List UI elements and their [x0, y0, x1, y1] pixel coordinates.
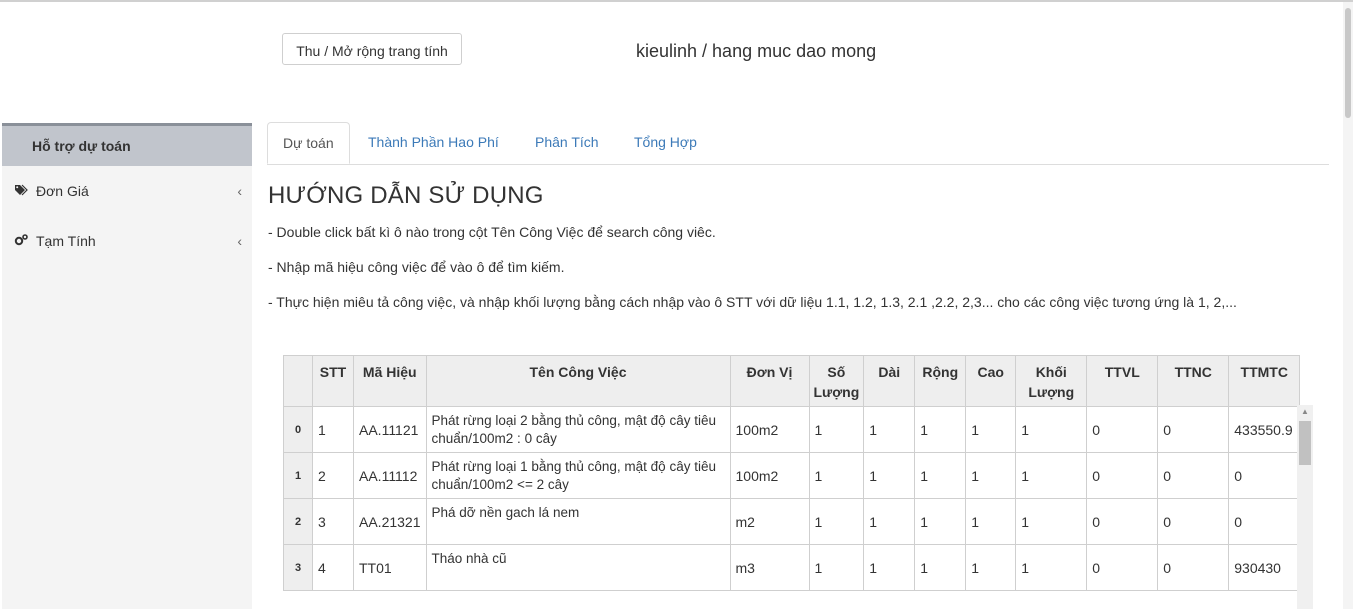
- cell-ttmtc[interactable]: 433550.9: [1228, 406, 1301, 453]
- cell-stt[interactable]: 2: [312, 452, 354, 499]
- corner-header[interactable]: [283, 355, 313, 407]
- cell-cao[interactable]: 1: [965, 406, 1017, 453]
- table-row: 0 1 AA.11121 Phát rừng loại 2 bằng thủ c…: [283, 406, 1301, 453]
- cell-rong[interactable]: 1: [914, 452, 967, 499]
- table-row: 3 4 TT01 Tháo nhà cũ m3 1 1 1 1 1 0 0 93…: [283, 544, 1301, 591]
- cell-ten-cong-viec[interactable]: Phát rừng loại 2 bằng thủ công, mật độ c…: [425, 406, 731, 453]
- cell-ma-hieu[interactable]: AA.21321: [353, 498, 427, 545]
- sidebar: Hỗ trợ dự toán Đơn Giá ‹ Tạm Tính ‹: [2, 123, 252, 609]
- table-header-row: STT Mã Hiệu Tên Công Việc Đơn Vị Số Lượn…: [283, 355, 1301, 407]
- page-scrollbar-thumb[interactable]: [1345, 8, 1351, 118]
- column-header-ma-hieu[interactable]: Mã Hiệu: [353, 355, 427, 407]
- cell-khoi-luong[interactable]: 1: [1015, 406, 1088, 453]
- column-header-don-vi[interactable]: Đơn Vị: [729, 355, 810, 407]
- cell-stt[interactable]: 3: [312, 498, 354, 545]
- cell-ttnc[interactable]: 0: [1157, 406, 1230, 453]
- table-row: 2 3 AA.21321 Phá dỡ nền gach lá nem m2 1…: [283, 498, 1301, 545]
- column-header-ttnc[interactable]: TTNC: [1157, 355, 1230, 407]
- sidebar-item-tam-tinh[interactable]: Tạm Tính ‹: [2, 216, 252, 266]
- cell-dai[interactable]: 1: [863, 452, 916, 499]
- sidebar-item-label: Tạm Tính: [36, 233, 96, 249]
- column-header-dai[interactable]: Dài: [863, 355, 916, 407]
- sidebar-item-label: Đơn Giá: [36, 183, 89, 199]
- cell-ttnc[interactable]: 0: [1157, 452, 1230, 499]
- cell-ma-hieu[interactable]: TT01: [353, 544, 427, 591]
- cell-don-vi[interactable]: m3: [729, 544, 810, 591]
- cogs-icon: [14, 217, 30, 267]
- cell-khoi-luong[interactable]: 1: [1015, 498, 1088, 545]
- cell-cao[interactable]: 1: [965, 498, 1017, 545]
- cell-ttvl[interactable]: 0: [1086, 452, 1159, 499]
- sidebar-item-don-gia[interactable]: Đơn Giá ‹: [2, 166, 252, 216]
- sheet-title: kieulinh / hang muc dao mong: [636, 41, 877, 61]
- cell-dai[interactable]: 1: [863, 498, 916, 545]
- row-header[interactable]: 1: [283, 452, 313, 499]
- cell-don-vi[interactable]: 100m2: [729, 452, 810, 499]
- tab-phan-tich[interactable]: Phân Tích: [535, 122, 599, 163]
- cell-rong[interactable]: 1: [914, 544, 967, 591]
- row-header[interactable]: 0: [283, 406, 313, 453]
- scroll-up-arrow-icon[interactable]: ▲: [1301, 407, 1309, 416]
- cell-ttnc[interactable]: 0: [1157, 498, 1230, 545]
- cell-dai[interactable]: 1: [863, 544, 916, 591]
- top-border: [0, 0, 1353, 2]
- column-header-rong[interactable]: Rộng: [914, 355, 967, 407]
- cell-khoi-luong[interactable]: 1: [1015, 544, 1088, 591]
- row-header[interactable]: 3: [283, 544, 313, 591]
- cell-ttvl[interactable]: 0: [1086, 498, 1159, 545]
- cell-cao[interactable]: 1: [965, 544, 1017, 591]
- cell-cao[interactable]: 1: [965, 452, 1017, 499]
- cell-stt[interactable]: 4: [312, 544, 354, 591]
- cell-khoi-luong[interactable]: 1: [1015, 452, 1088, 499]
- chevron-left-icon: ‹: [237, 233, 242, 249]
- guide-line: - Double click bất kì ô nào trong cột Tê…: [268, 224, 716, 240]
- cell-don-vi[interactable]: 100m2: [729, 406, 810, 453]
- table-row: 1 2 AA.11112 Phát rừng loại 1 bằng thủ c…: [283, 452, 1301, 499]
- page-scrollbar[interactable]: [1343, 2, 1353, 609]
- estimate-table: STT Mã Hiệu Tên Công Việc Đơn Vị Số Lượn…: [283, 355, 1301, 591]
- guide-line: - Thực hiện miêu tả công việc, và nhập k…: [268, 294, 1237, 310]
- table-scrollbar[interactable]: ▲: [1297, 405, 1313, 609]
- tag-icon: [14, 167, 30, 217]
- cell-ttvl[interactable]: 0: [1086, 406, 1159, 453]
- cell-ttvl[interactable]: 0: [1086, 544, 1159, 591]
- cell-ten-cong-viec[interactable]: Phát rừng loại 1 bằng thủ công, mật độ c…: [425, 452, 731, 499]
- column-header-cao[interactable]: Cao: [965, 355, 1017, 407]
- cell-don-vi[interactable]: m2: [729, 498, 810, 545]
- tab-tong-hop[interactable]: Tổng Hợp: [634, 122, 697, 163]
- cell-ma-hieu[interactable]: AA.11121: [353, 406, 427, 453]
- column-header-khoi-luong[interactable]: Khối Lượng: [1015, 355, 1088, 407]
- guide-title: HƯỚNG DẪN SỬ DỤNG: [268, 182, 544, 209]
- cell-so-luong[interactable]: 1: [808, 544, 865, 591]
- cell-so-luong[interactable]: 1: [808, 498, 865, 545]
- cell-ttmtc[interactable]: 930430: [1228, 544, 1301, 591]
- table-scrollbar-thumb[interactable]: [1299, 421, 1311, 465]
- guide-line: - Nhập mã hiệu công việc để vào ô để tìm…: [268, 259, 565, 275]
- cell-ttmtc[interactable]: 0: [1228, 498, 1301, 545]
- column-header-ttmtc[interactable]: TTMTC: [1228, 355, 1301, 407]
- column-header-stt[interactable]: STT: [312, 355, 354, 407]
- tab-bar: Dự toán Thành Phần Hao Phí Phân Tích Tổn…: [267, 122, 1329, 165]
- cell-stt[interactable]: 1: [312, 406, 354, 453]
- tab-du-toan[interactable]: Dự toán: [267, 122, 350, 164]
- sidebar-header: Hỗ trợ dự toán: [2, 123, 252, 166]
- cell-ten-cong-viec[interactable]: Phá dỡ nền gach lá nem: [425, 498, 731, 545]
- cell-rong[interactable]: 1: [914, 406, 967, 453]
- tab-thanh-phan-hao-phi[interactable]: Thành Phần Hao Phí: [368, 122, 499, 163]
- cell-ttmtc[interactable]: 0: [1228, 452, 1301, 499]
- cell-ma-hieu[interactable]: AA.11112: [353, 452, 427, 499]
- column-header-so-luong[interactable]: Số Lượng: [808, 355, 865, 407]
- column-header-ttvl[interactable]: TTVL: [1086, 355, 1159, 407]
- cell-so-luong[interactable]: 1: [808, 406, 865, 453]
- cell-ttnc[interactable]: 0: [1157, 544, 1230, 591]
- cell-rong[interactable]: 1: [914, 498, 967, 545]
- cell-ten-cong-viec[interactable]: Tháo nhà cũ: [425, 544, 731, 591]
- cell-dai[interactable]: 1: [863, 406, 916, 453]
- row-header[interactable]: 2: [283, 498, 313, 545]
- chevron-left-icon: ‹: [237, 183, 242, 199]
- cell-so-luong[interactable]: 1: [808, 452, 865, 499]
- toggle-sheet-button[interactable]: Thu / Mở rộng trang tính: [282, 33, 462, 65]
- column-header-ten-cong-viec[interactable]: Tên Công Việc: [425, 355, 731, 407]
